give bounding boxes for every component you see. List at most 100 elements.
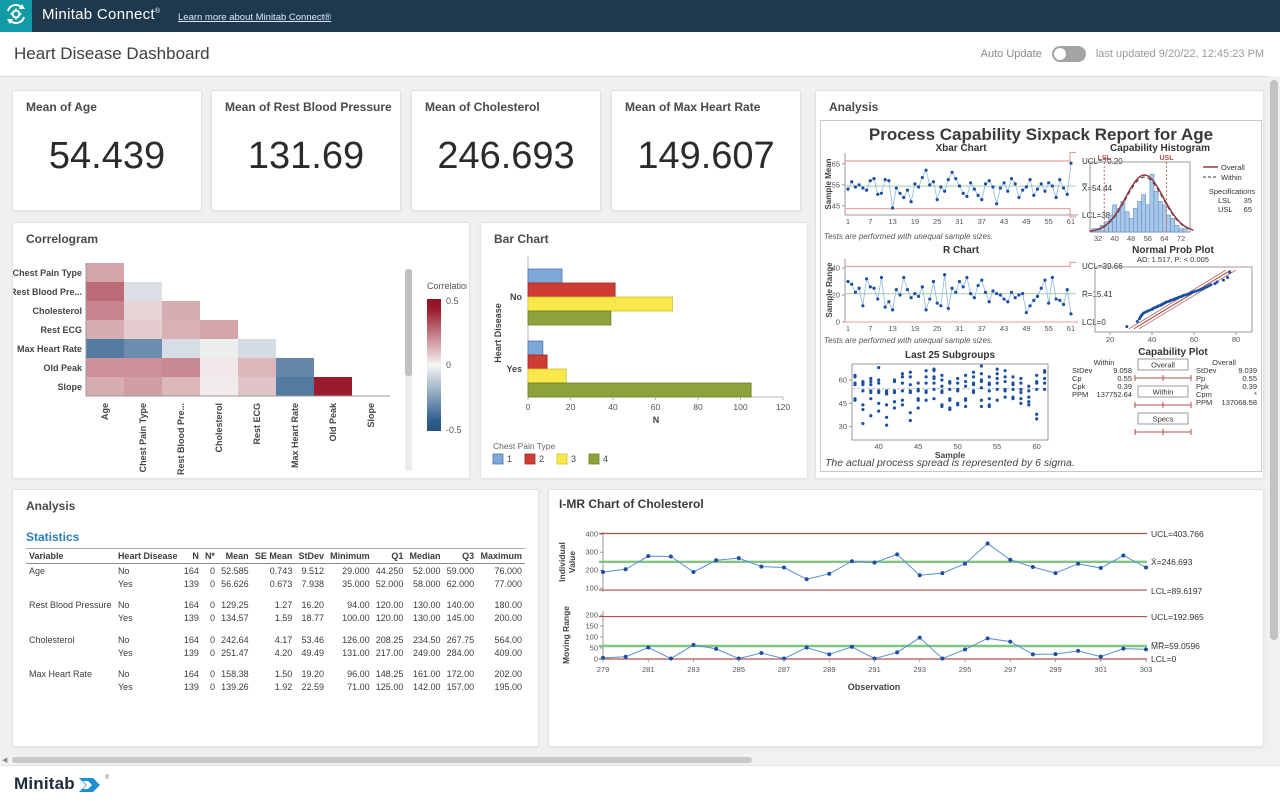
- svg-text:297: 297: [1004, 665, 1017, 674]
- svg-text:0: 0: [836, 318, 840, 327]
- stats-row: Yes139056.6260.6737.93835.00052.00058.00…: [26, 577, 525, 590]
- svg-text:Moving Range: Moving Range: [561, 606, 571, 664]
- horizontal-scrollbar[interactable]: ◀: [0, 755, 1280, 765]
- stats-col-header: N*: [202, 549, 218, 564]
- brand-registered-mark: ®: [155, 8, 160, 15]
- stats-row: Rest Blood PressureNo1640129.251.2716.20…: [26, 590, 525, 612]
- stats-col-header: Maximum: [477, 549, 525, 564]
- kpi-value: 149.607: [612, 135, 800, 178]
- svg-text:Process Capability Sixpack Rep: Process Capability Sixpack Report for Ag…: [869, 125, 1213, 144]
- stats-col-header: Mean: [218, 549, 252, 564]
- svg-text:1: 1: [507, 454, 512, 464]
- kpi-label: Mean of Cholesterol: [425, 100, 540, 114]
- svg-text:281: 281: [642, 665, 655, 674]
- svg-text:Yes: Yes: [506, 364, 522, 374]
- vertical-scroll-thumb[interactable]: [1270, 80, 1278, 640]
- analysis-statistics-card: Analysis Statistics VariableHeart Diseas…: [12, 489, 539, 747]
- svg-text:UCL=192.965: UCL=192.965: [1151, 612, 1204, 622]
- svg-text:300: 300: [585, 548, 598, 557]
- correlogram-scrollbar[interactable]: [405, 269, 412, 376]
- svg-text:31: 31: [955, 324, 963, 333]
- kpi-card-mean-age: Mean of Age 54.439: [12, 90, 202, 211]
- svg-text:PPM: PPM: [1196, 398, 1212, 407]
- svg-text:289: 289: [823, 665, 836, 674]
- svg-text:Max Heart Rate: Max Heart Rate: [17, 344, 82, 354]
- kpi-label: Mean of Max Heart Rate: [625, 100, 760, 114]
- svg-text:Capability Plot: Capability Plot: [1138, 347, 1208, 358]
- footer-brand-text: Minitab: [14, 774, 75, 794]
- svg-text:285: 285: [732, 665, 745, 674]
- stats-col-header: Heart Disease: [115, 549, 181, 564]
- svg-text:303: 303: [1140, 665, 1153, 674]
- minitab-footer-logo[interactable]: Minitab ®: [14, 774, 109, 799]
- stats-row: Yes1390251.474.2049.49131.00217.00249.00…: [26, 646, 525, 659]
- statistics-table: VariableHeart DiseaseNN*MeanSE MeanStDev…: [26, 548, 525, 694]
- minitab-connect-logo[interactable]: [0, 0, 32, 32]
- svg-text:19: 19: [911, 217, 919, 226]
- svg-text:Tests are performed with unequ: Tests are performed with unequal sample …: [824, 232, 993, 241]
- kpi-label: Mean of Age: [26, 100, 97, 114]
- svg-text:X̿=54.44: X̿=54.44: [1082, 184, 1113, 193]
- svg-text:50: 50: [590, 644, 598, 653]
- svg-text:4: 4: [603, 454, 608, 464]
- kpi-card-mean-rest-bp: Mean of Rest Blood Pressure 131.69: [211, 90, 401, 211]
- svg-text:Within: Within: [1153, 388, 1174, 397]
- svg-text:80: 80: [693, 402, 703, 412]
- scroll-left-arrow[interactable]: ◀: [2, 756, 7, 764]
- svg-text:80: 80: [1232, 335, 1240, 344]
- sixpack-figure: Process Capability Sixpack Report for Ag…: [820, 120, 1262, 472]
- svg-text:7: 7: [868, 324, 872, 333]
- svg-text:Value: Value: [567, 551, 577, 573]
- svg-text:31: 31: [955, 217, 963, 226]
- svg-text:LSL: LSL: [1098, 155, 1112, 162]
- svg-text:13: 13: [888, 324, 896, 333]
- svg-text:25: 25: [933, 217, 941, 226]
- svg-text:Rest Blood Pre...: Rest Blood Pre...: [13, 287, 82, 297]
- svg-text:R̄=15.41: R̄=15.41: [1082, 290, 1113, 299]
- learn-more-link[interactable]: Learn more about Minitab Connect®: [178, 12, 331, 23]
- stats-col-header: Q3: [444, 549, 478, 564]
- refresh-gear-icon: [4, 2, 28, 31]
- vertical-scrollbar[interactable]: [1268, 76, 1280, 755]
- stats-col-header: StDev: [295, 549, 327, 564]
- svg-text:UCL=403.766: UCL=403.766: [1151, 529, 1204, 539]
- page-footer: Minitab ®: [0, 765, 1280, 803]
- svg-text:Overall: Overall: [1221, 163, 1245, 172]
- svg-text:Tests are performed with unequ: Tests are performed with unequal sample …: [824, 336, 993, 345]
- svg-text:Within: Within: [1094, 358, 1115, 367]
- svg-text:45: 45: [839, 399, 847, 408]
- svg-text:49: 49: [1022, 217, 1030, 226]
- imr-chart-card: I-MR Chart of Cholesterol 100200300400UC…: [548, 489, 1264, 747]
- svg-text:LSL: LSL: [1218, 196, 1231, 205]
- svg-text:Last 25 Subgroups: Last 25 Subgroups: [905, 350, 995, 361]
- svg-text:Xbar Chart: Xbar Chart: [935, 143, 987, 154]
- svg-text:Chest Pain Type: Chest Pain Type: [13, 268, 82, 278]
- svg-text:60: 60: [1033, 442, 1041, 451]
- svg-text:65: 65: [1244, 205, 1252, 214]
- auto-update-toggle[interactable]: [1052, 46, 1086, 62]
- svg-text:301: 301: [1094, 665, 1107, 674]
- stats-row: Yes1390139.261.9222.5971.00125.00142.001…: [26, 681, 525, 694]
- svg-text:Observation: Observation: [848, 682, 901, 692]
- svg-text:Rest ECG: Rest ECG: [252, 403, 262, 445]
- svg-text:43: 43: [1000, 324, 1008, 333]
- svg-text:0.5: 0.5: [446, 296, 459, 306]
- kpi-value: 131.69: [212, 135, 400, 178]
- svg-text:60: 60: [1190, 335, 1198, 344]
- svg-text:100: 100: [585, 584, 598, 593]
- minitab-arrow-icon: [79, 774, 101, 799]
- svg-text:X̄=246.693: X̄=246.693: [1151, 557, 1193, 567]
- top-navbar: Minitab Connect® Learn more about Minita…: [0, 0, 1280, 32]
- svg-text:72: 72: [1177, 234, 1185, 243]
- svg-text:20: 20: [1106, 335, 1114, 344]
- svg-text:55: 55: [1044, 324, 1052, 333]
- svg-text:Sample Mean: Sample Mean: [824, 158, 833, 209]
- svg-text:120: 120: [776, 402, 790, 412]
- horizontal-scroll-thumb[interactable]: [12, 757, 752, 763]
- svg-text:60: 60: [651, 402, 661, 412]
- stats-col-header: Q1: [373, 549, 407, 564]
- svg-text:0: 0: [446, 360, 451, 370]
- statistics-heading: Statistics: [26, 530, 79, 544]
- panel-title: Analysis: [26, 499, 75, 513]
- svg-text:61: 61: [1067, 217, 1075, 226]
